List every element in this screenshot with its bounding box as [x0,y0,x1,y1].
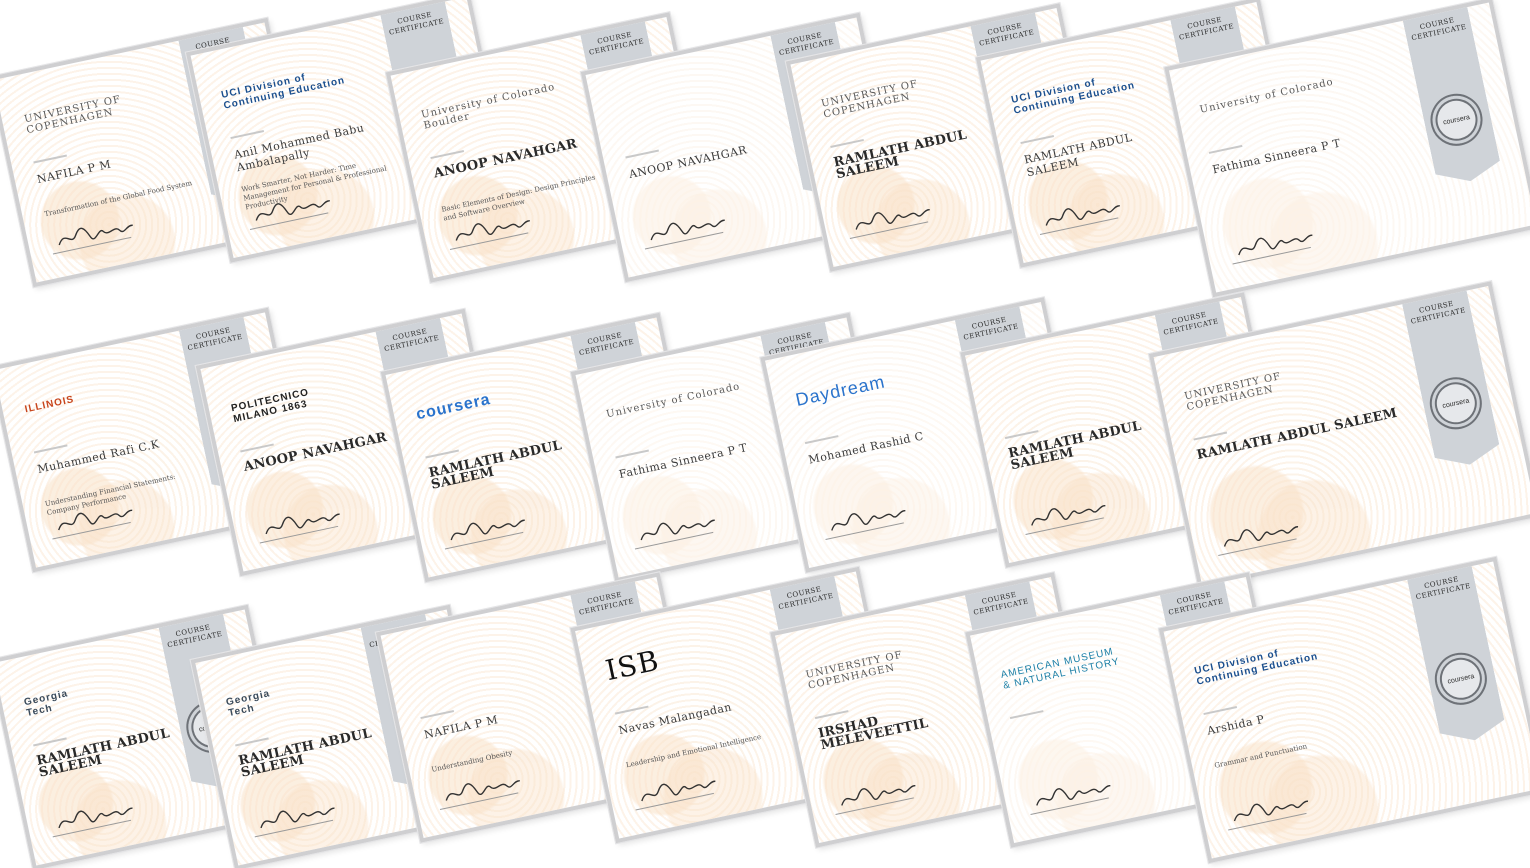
seal-label: coursera [1442,113,1471,127]
institution-logo: ISB [602,643,663,688]
seal-label: coursera [1446,672,1475,686]
seal-label: coursera [1441,397,1470,410]
certificate-collage: COURSE CERTIFICATEUNIVERSITY OF COPENHAG… [0,0,1530,868]
